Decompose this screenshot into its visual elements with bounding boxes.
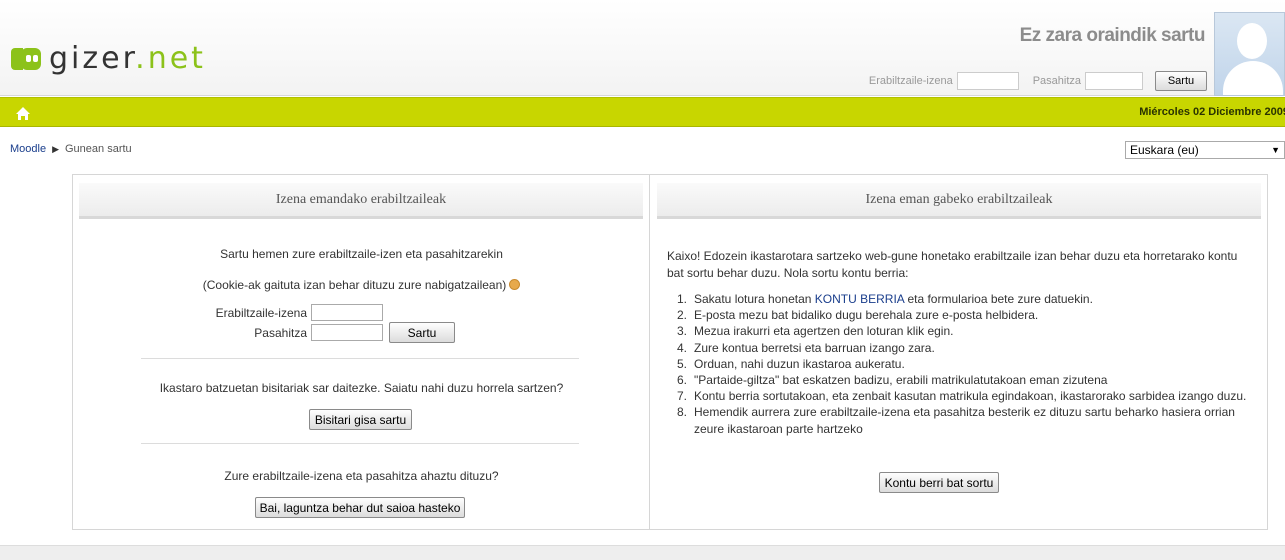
step-text: Mezua irakurri eta agertzen den loturan … <box>694 324 954 339</box>
breadcrumb: Moodle ▶ Gunean sartu <box>10 143 132 155</box>
login-status: Ez zara oraindik sartu <box>1019 25 1206 46</box>
step-number: 7. <box>677 389 688 404</box>
footer-bar <box>0 545 1285 560</box>
login-button[interactable]: Sartu <box>389 322 455 343</box>
header-password-input[interactable] <box>1085 72 1143 90</box>
signup-step: 2. E-posta mezu bat bidaliko dugu berehal… <box>667 307 1247 323</box>
new-account-link[interactable]: KONTU BERRIA <box>815 292 904 306</box>
password-input[interactable] <box>311 324 383 341</box>
step-number: 1. <box>677 292 688 306</box>
logo-tld: .net <box>135 41 206 76</box>
header-username-label: Erabiltzaile-izena <box>868 75 953 87</box>
username-row: Erabiltzaile-izena <box>207 304 383 321</box>
step-number: 6. <box>677 373 688 388</box>
current-date: Miércoles 02 Diciembre 2009 <box>1139 106 1285 118</box>
username-input[interactable] <box>311 304 383 321</box>
new-users-title: Izena eman gabeko erabiltzaileak <box>657 183 1261 219</box>
cookies-note-text: (Cookie-ak gaituta izan behar dituzu zur… <box>202 278 507 292</box>
header-login-form: Erabiltzaile-izena Pasahitza Sartu <box>869 70 1207 92</box>
header-password-label: Pasahitza <box>1032 75 1081 87</box>
chevron-down-icon: ▼ <box>1271 145 1280 155</box>
step-text: "Partaide-giltza" bat eskatzen badizu, e… <box>694 373 1108 388</box>
new-users-panel: Izena eman gabeko erabiltzaileak Kaixo! … <box>651 175 1267 529</box>
step-text: Hemendik aurrera zure erabiltzaile-izena… <box>694 405 1235 436</box>
step-text: Sakatu lotura honetan <box>694 292 815 306</box>
step-text: eta formularioa bete zure datuekin. <box>904 292 1093 306</box>
username-label: Erabiltzaile-izena <box>215 305 307 320</box>
step-number: 3. <box>677 324 688 339</box>
signup-step: 7. Kontu berria sortutakoan, eta zenbait … <box>667 388 1247 404</box>
step-number: 4. <box>677 340 688 355</box>
password-row: Pasahitza Sartu <box>207 322 455 343</box>
guest-text: Ikastaro batzuetan bisitariak sar daitez… <box>159 381 564 395</box>
logo-icon <box>11 46 41 72</box>
login-content: Izena emandako erabiltzaileak Sartu heme… <box>72 174 1268 530</box>
logo-text: gizer.net <box>49 44 206 74</box>
guest-login-button[interactable]: Bisitari gisa sartu <box>309 409 412 430</box>
home-icon[interactable] <box>12 102 34 124</box>
signup-intro: Kaixo! Edozein ikastarotara sartzeko web… <box>667 249 1238 280</box>
header-login-button[interactable]: Sartu <box>1155 71 1207 91</box>
login-intro: Sartu hemen zure erabiltzaile-izen eta p… <box>220 247 503 261</box>
signup-step: 8. Hemendik aurrera zure erabiltzaile-ize… <box>667 404 1247 436</box>
divider <box>141 443 579 444</box>
signup-step: 4. Zure kontua berretsi eta barruan izang… <box>667 340 1247 356</box>
registered-users-title: Izena emandako erabiltzaileak <box>79 183 643 219</box>
breadcrumb-current: Gunean sartu <box>65 143 132 155</box>
signup-step: 3. Mezua irakurri eta agertzen den lotura… <box>667 323 1247 339</box>
site-logo[interactable]: gizer.net <box>11 44 206 74</box>
language-selected: Euskara (eu) <box>1130 143 1199 157</box>
create-account-button[interactable]: Kontu berri bat sortu <box>879 472 999 493</box>
step-text: Orduan, nahi duzun ikastaroa aukeratu. <box>694 356 905 371</box>
help-icon[interactable] <box>509 279 521 290</box>
logo-name: gizer <box>49 41 136 76</box>
divider <box>141 358 579 359</box>
breadcrumb-separator-icon: ▶ <box>52 143 59 154</box>
step-text: Kontu berria sortutakoan, eta zenbait ka… <box>694 389 1247 404</box>
nav-bar: Miércoles 02 Diciembre 2009 <box>0 97 1285 127</box>
signup-step: 5. Orduan, nahi duzun ikastaroa aukeratu. <box>667 356 1247 372</box>
step-number: 2. <box>677 308 688 323</box>
forgot-password-button[interactable]: Bai, laguntza behar dut saioa hasteko <box>255 497 465 518</box>
password-label: Pasahitza <box>254 325 307 340</box>
signup-step: 1. Sakatu lotura honetan KONTU BERRIA eta… <box>667 291 1247 307</box>
step-number: 5. <box>677 356 688 371</box>
page-root: gizer.net Ez zara oraindik sartu Erabilt… <box>0 0 1285 560</box>
header-username-input[interactable] <box>956 72 1019 90</box>
site-header: gizer.net Ez zara oraindik sartu Erabilt… <box>0 0 1285 96</box>
step-text: E-posta mezu bat bidaliko dugu berehala … <box>694 308 1039 323</box>
breadcrumb-home-link[interactable]: Moodle <box>10 143 46 155</box>
registered-users-panel: Izena emandako erabiltzaileak Sartu heme… <box>73 175 650 529</box>
language-select[interactable]: Euskara (eu) ▼ <box>1125 141 1285 159</box>
cookies-note: (Cookie-ak gaituta izan behar dituzu zur… <box>73 278 650 292</box>
signup-step: 6. "Partaide-giltza" bat eskatzen badizu,… <box>667 372 1247 388</box>
step-text: Zure kontua berretsi eta barruan izango … <box>694 340 935 355</box>
step-number: 8. <box>677 405 688 420</box>
avatar <box>1214 12 1285 96</box>
forgot-text: Zure erabiltzaile-izena eta pasahitza ah… <box>224 469 499 483</box>
signup-steps-list: 1. Sakatu lotura honetan KONTU BERRIA eta… <box>667 291 1247 437</box>
